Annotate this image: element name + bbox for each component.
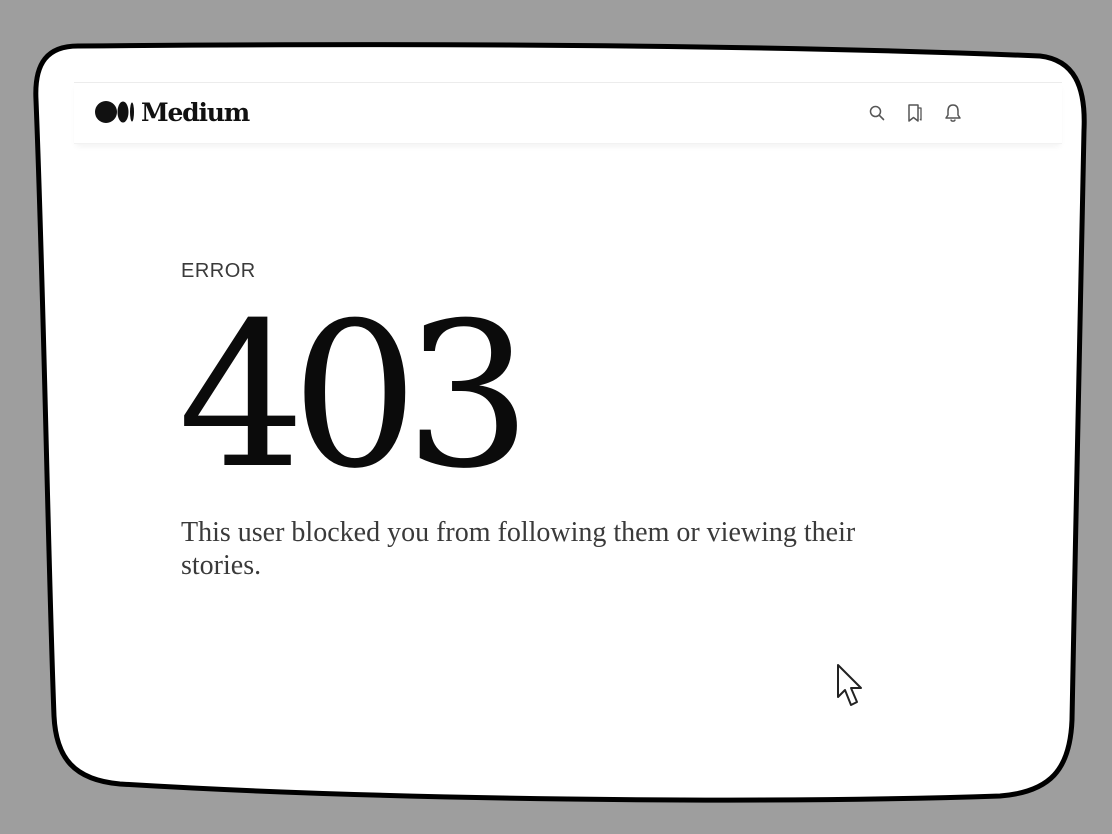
browser-page: Medium ERROR 403 This user blocked you f… — [74, 82, 1062, 742]
top-navigation-bar: Medium — [74, 82, 1062, 144]
header-icon-group — [866, 102, 964, 124]
error-code: 403 — [178, 280, 532, 513]
bookmark-icon[interactable] — [904, 102, 926, 124]
stage: Medium ERROR 403 This user blocked you f… — [0, 0, 1112, 834]
notification-bell-icon[interactable] — [942, 102, 964, 124]
medium-wordmark: Medium — [141, 97, 250, 127]
mouse-cursor-icon — [837, 664, 862, 706]
medium-logo[interactable]: Medium — [95, 97, 250, 127]
medium-logo-mark-icon — [95, 100, 135, 124]
error-message: This user blocked you from following the… — [181, 517, 856, 581]
search-icon[interactable] — [866, 102, 888, 124]
